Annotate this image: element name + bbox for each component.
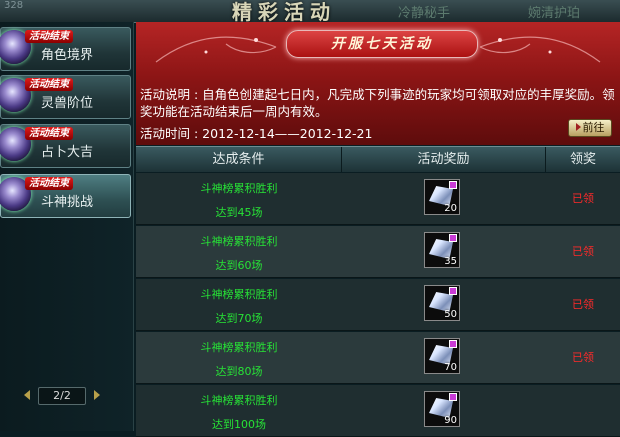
sidebar-item-label: 角色境界 [41, 48, 94, 63]
claim-status: 已领 [572, 351, 594, 364]
bound-icon [449, 234, 457, 242]
condition-line-2: 达到45场 [215, 206, 263, 219]
sidebar: 活动结束 角色境界 活动结束 灵兽阶位 活动结束 占卜大吉 活动结束 斗神挑战 … [0, 22, 134, 431]
ended-badge: 活动结束 [25, 177, 73, 190]
event-date: 活动时间 : 2012-12-14——2012-12-21 [140, 126, 373, 141]
sidebar-item-label: 灵兽阶位 [41, 96, 94, 111]
ended-badge: 活动结束 [25, 127, 73, 140]
sidebar-item-pet-rank[interactable]: 活动结束 灵兽阶位 [0, 75, 131, 119]
reward-item-slot[interactable]: 20 [424, 179, 460, 215]
tab-right[interactable]: 婉清护珀 [528, 2, 580, 21]
reward-quantity: 35 [444, 256, 457, 267]
reward-item-slot[interactable]: 35 [424, 232, 460, 268]
claim-status: 已领 [572, 298, 594, 311]
condition-line-2: 达到100场 [212, 418, 266, 431]
condition-line-2: 达到60场 [215, 259, 263, 272]
condition-line-1: 斗神榜累积胜利 [200, 182, 278, 195]
header-reward: 活动奖励 [342, 147, 546, 172]
claim-status: 已领 [572, 192, 594, 205]
sidebar-item-divination[interactable]: 活动结束 占卜大吉 [0, 124, 131, 168]
reward-item-slot[interactable]: 50 [424, 285, 460, 321]
reward-quantity: 70 [444, 362, 457, 373]
go-button-label: 前往 [582, 121, 605, 134]
header-condition: 达成条件 [136, 147, 342, 172]
title-bar: 328 精彩活动 冷静秘手 婉清护珀 [0, 0, 620, 24]
reward-quantity: 90 [444, 415, 457, 426]
table-row: 斗神榜累积胜利 达到70场 50 已领 [136, 279, 620, 331]
reward-item-slot[interactable]: 70 [424, 338, 460, 374]
go-button[interactable]: 前往 [568, 119, 612, 137]
sidebar-item-battle-challenge[interactable]: 活动结束 斗神挑战 [0, 174, 131, 218]
claim-status: 已领 [572, 245, 594, 258]
condition-line-1: 斗神榜累积胜利 [200, 288, 278, 301]
coin-count: 328 [4, 0, 24, 11]
table-row: 斗神榜累积胜利 达到60场 35 已领 [136, 226, 620, 278]
reward-table: 达成条件 活动奖励 领奖 斗神榜累积胜利 达到45场 20 已领 斗神榜累积胜利… [136, 146, 620, 437]
condition-line-1: 斗神榜累积胜利 [200, 235, 278, 248]
event-ribbon: 开服七天活动 [286, 30, 478, 58]
bound-icon [449, 287, 457, 295]
header-claim: 领奖 [569, 152, 596, 167]
condition-line-1: 斗神榜累积胜利 [200, 341, 278, 354]
pager: 2/2 [24, 387, 104, 405]
table-header: 达成条件 活动奖励 领奖 [136, 146, 620, 172]
sidebar-item-label: 斗神挑战 [41, 195, 94, 210]
next-page-icon[interactable] [94, 390, 100, 400]
reward-quantity: 50 [444, 309, 457, 320]
sidebar-item-role-realm[interactable]: 活动结束 角色境界 [0, 27, 131, 71]
condition-line-1: 斗神榜累积胜利 [200, 394, 278, 407]
bound-icon [449, 340, 457, 348]
sidebar-item-label: 占卜大吉 [41, 145, 94, 160]
condition-line-2: 达到80场 [215, 365, 263, 378]
bound-icon [449, 393, 457, 401]
page-indicator: 2/2 [38, 387, 86, 405]
prev-page-icon[interactable] [24, 390, 30, 400]
table-row: 斗神榜累积胜利 达到80场 70 已领 [136, 332, 620, 384]
ended-badge: 活动结束 [25, 30, 73, 43]
tab-left[interactable]: 冷静秘手 [398, 2, 450, 21]
event-banner: 开服七天活动 活动说明 : 自角色创建起七日内，凡完成下列事迹的玩家均可领取对应… [136, 22, 620, 145]
table-row: 斗神榜累积胜利 达到45场 20 已领 [136, 173, 620, 225]
condition-line-2: 达到70场 [215, 312, 263, 325]
ended-badge: 活动结束 [25, 78, 73, 91]
table-row: 斗神榜累积胜利 达到100场 90 [136, 385, 620, 437]
bound-icon [449, 181, 457, 189]
reward-item-slot[interactable]: 90 [424, 391, 460, 427]
reward-quantity: 20 [444, 203, 457, 214]
event-description: 活动说明 : 自角色创建起七日内，凡完成下列事迹的玩家均可领取对应的丰厚奖励。领… [140, 87, 615, 119]
play-icon [575, 123, 581, 131]
